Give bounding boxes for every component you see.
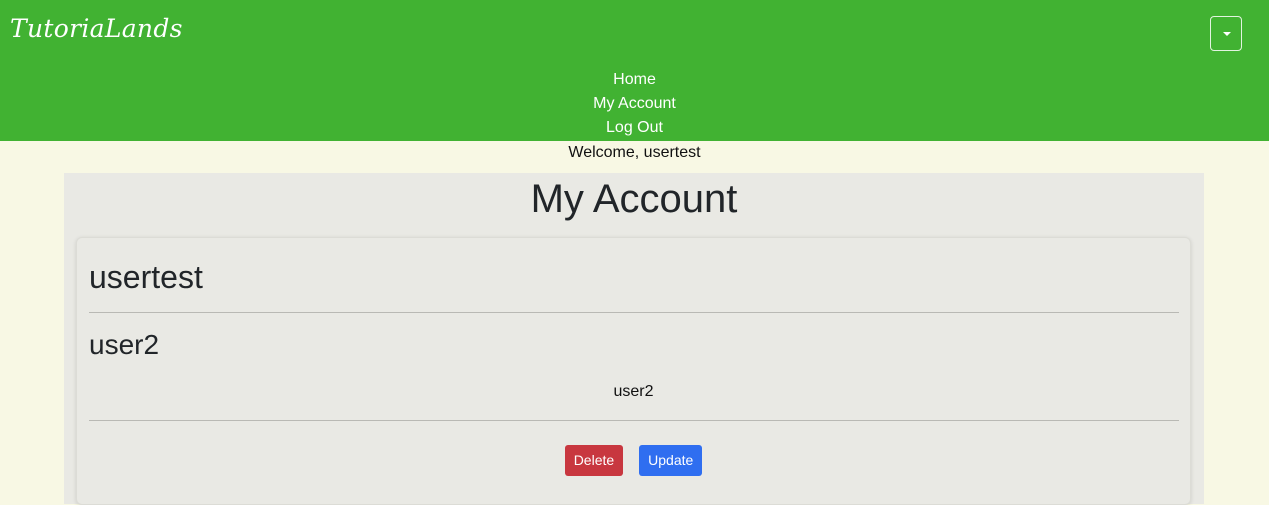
divider (89, 312, 1179, 313)
nav-link-my-account[interactable]: My Account (0, 92, 1269, 116)
account-card: usertest user2 user2 Delete Update (76, 237, 1191, 505)
brand-logo[interactable]: TutoriaLands (10, 14, 183, 43)
card-actions: Delete Update (77, 445, 1190, 476)
navbar-toggle-button[interactable] (1210, 16, 1242, 51)
nav-link-label: Log Out (606, 119, 663, 136)
account-panel: My Account usertest user2 user2 Delete U… (64, 173, 1204, 505)
nav-link-home[interactable]: Home (0, 68, 1269, 92)
card-detail-text: user2 (613, 383, 654, 400)
delete-button[interactable]: Delete (564, 445, 624, 476)
nav-link-log-out[interactable]: Log Out (0, 116, 1269, 140)
update-button[interactable]: Update (639, 445, 703, 476)
card-subheading: user2 (89, 329, 160, 360)
page-title: My Account (530, 177, 738, 221)
nav-link-label: Home (613, 71, 656, 88)
nav-link-label: My Account (593, 95, 676, 112)
caret-down-icon (1223, 32, 1231, 36)
welcome-message: Welcome, usertest (568, 144, 701, 161)
nav-menu: Home My Account Log Out (0, 68, 1269, 140)
divider (89, 420, 1179, 421)
card-username: usertest (89, 259, 203, 295)
navbar: TutoriaLands Home My Account Log Out (0, 0, 1269, 141)
